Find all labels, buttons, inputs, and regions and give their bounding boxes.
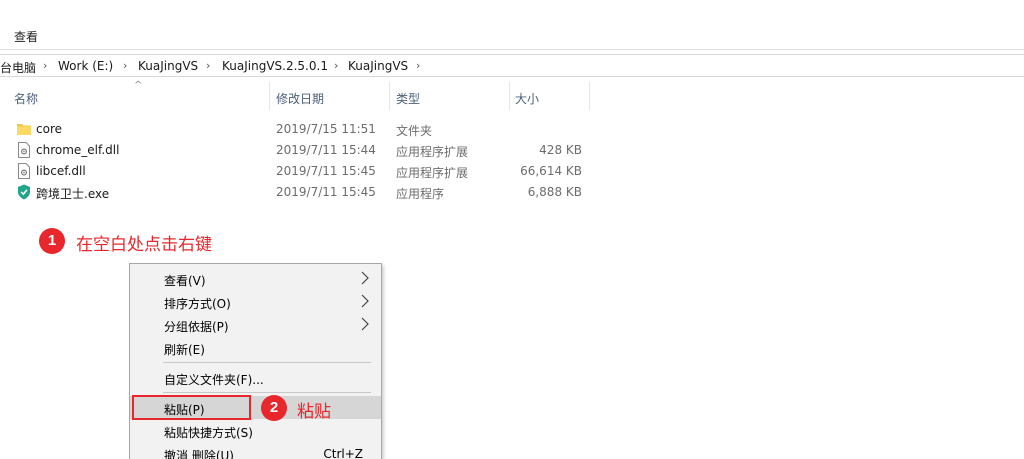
file-name: libcef.dll [36,164,86,178]
menu-separator [163,392,371,393]
breadcrumb-this-pc[interactable]: 台电脑 [0,59,36,76]
dll-file-icon [18,142,30,158]
folder-icon [17,124,31,135]
ribbon: 查看 [0,0,1024,50]
menu-item-paste-shortcut[interactable]: 粘贴快捷方式(S) [130,419,381,442]
sort-ascending-icon: ^ [134,80,143,91]
menu-item-shortcut: Ctrl+Z [323,447,363,459]
file-date: 2019/7/11 15:45 [276,164,376,178]
view-tab[interactable]: 查看 [14,28,38,45]
file-date: 2019/7/15 11:51 [276,122,376,136]
menu-item-label: 排序方式(O) [164,297,231,311]
file-type: 文件夹 [396,124,433,138]
step-1-instruction: 在空白处点击右键 [76,235,212,255]
file-size: 6,888 KB [527,185,582,199]
file-size: 428 KB [539,143,582,157]
menu-item-view[interactable]: 查看(V) [130,267,381,290]
column-header-size[interactable]: 大小 [515,90,539,107]
file-size: 66,614 KB [520,164,582,178]
file-type: 应用程序 [396,187,445,201]
file-name: core [36,122,62,136]
breadcrumb-work-drive[interactable]: Work (E:) [58,59,113,73]
menu-item-label: 分组依据(P) [164,320,229,334]
file-row-core[interactable]: core 2019/7/15 11:51 文件夹 [14,119,604,139]
chevron-right-icon [361,294,369,308]
column-divider[interactable] [589,82,590,110]
chevron-right-icon[interactable]: › [123,59,127,72]
dll-file-icon [18,163,30,179]
menu-item-label: 刷新(E) [164,343,205,357]
menu-item-label: 自定义文件夹(F)... [164,373,264,387]
context-menu: 查看(V) 排序方式(O) 分组依据(P) 刷新(E) 自定义文件夹(F)...… [129,263,382,459]
chevron-right-icon [361,317,369,331]
chevron-right-icon[interactable]: › [416,59,420,72]
breadcrumb-kuajingvs-current[interactable]: KuaJingVS [348,59,408,73]
file-date: 2019/7/11 15:44 [276,143,376,157]
step-2-instruction: 粘贴 [297,402,331,422]
file-date: 2019/7/11 15:45 [276,185,376,199]
column-divider[interactable] [389,82,390,110]
menu-item-label: 粘贴快捷方式(S) [164,426,253,440]
step-2-badge: 2 [261,395,287,421]
menu-item-refresh[interactable]: 刷新(E) [130,336,381,359]
file-row-kuajing-exe[interactable]: 跨境卫士.exe 2019/7/11 15:45 应用程序 6,888 KB [14,182,604,202]
file-row-libcef[interactable]: libcef.dll 2019/7/11 15:45 应用程序扩展 66,614… [14,161,604,181]
menu-item-label: 查看(V) [164,274,206,288]
menu-item-customize-folder[interactable]: 自定义文件夹(F)... [130,366,381,389]
menu-separator [163,362,371,363]
file-type: 应用程序扩展 [396,145,469,159]
chevron-right-icon[interactable]: › [334,59,338,72]
menu-item-sort-by[interactable]: 排序方式(O) [130,290,381,313]
file-row-chrome-elf[interactable]: chrome_elf.dll 2019/7/11 15:44 应用程序扩展 42… [14,140,604,160]
column-header-name[interactable]: 名称 [14,90,38,107]
breadcrumb-kuajingvs[interactable]: KuaJingVS [138,59,198,73]
chevron-right-icon[interactable]: › [43,59,47,72]
chevron-right-icon[interactable]: › [206,59,210,72]
breadcrumb-kuajingvs-version[interactable]: KuaJingVS.2.5.0.1 [222,59,328,73]
column-header-type[interactable]: 类型 [396,90,420,107]
file-name: chrome_elf.dll [36,143,120,157]
column-divider[interactable] [269,82,270,110]
menu-item-label: 撤消 删除(U) [164,449,234,459]
file-type: 应用程序扩展 [396,166,469,180]
file-name: 跨境卫士.exe [36,187,110,201]
paste-highlight-box [132,395,251,420]
menu-item-group-by[interactable]: 分组依据(P) [130,313,381,336]
column-divider[interactable] [509,82,510,110]
step-1-badge: 1 [39,228,65,254]
app-shield-icon [18,184,30,200]
chevron-right-icon [361,271,369,285]
breadcrumb: 台电脑 › Work (E:) › KuaJingVS › KuaJingVS.… [0,54,1024,77]
menu-item-undo-delete[interactable]: 撤消 删除(U) Ctrl+Z [130,442,381,459]
column-header-date[interactable]: 修改日期 [276,90,324,107]
